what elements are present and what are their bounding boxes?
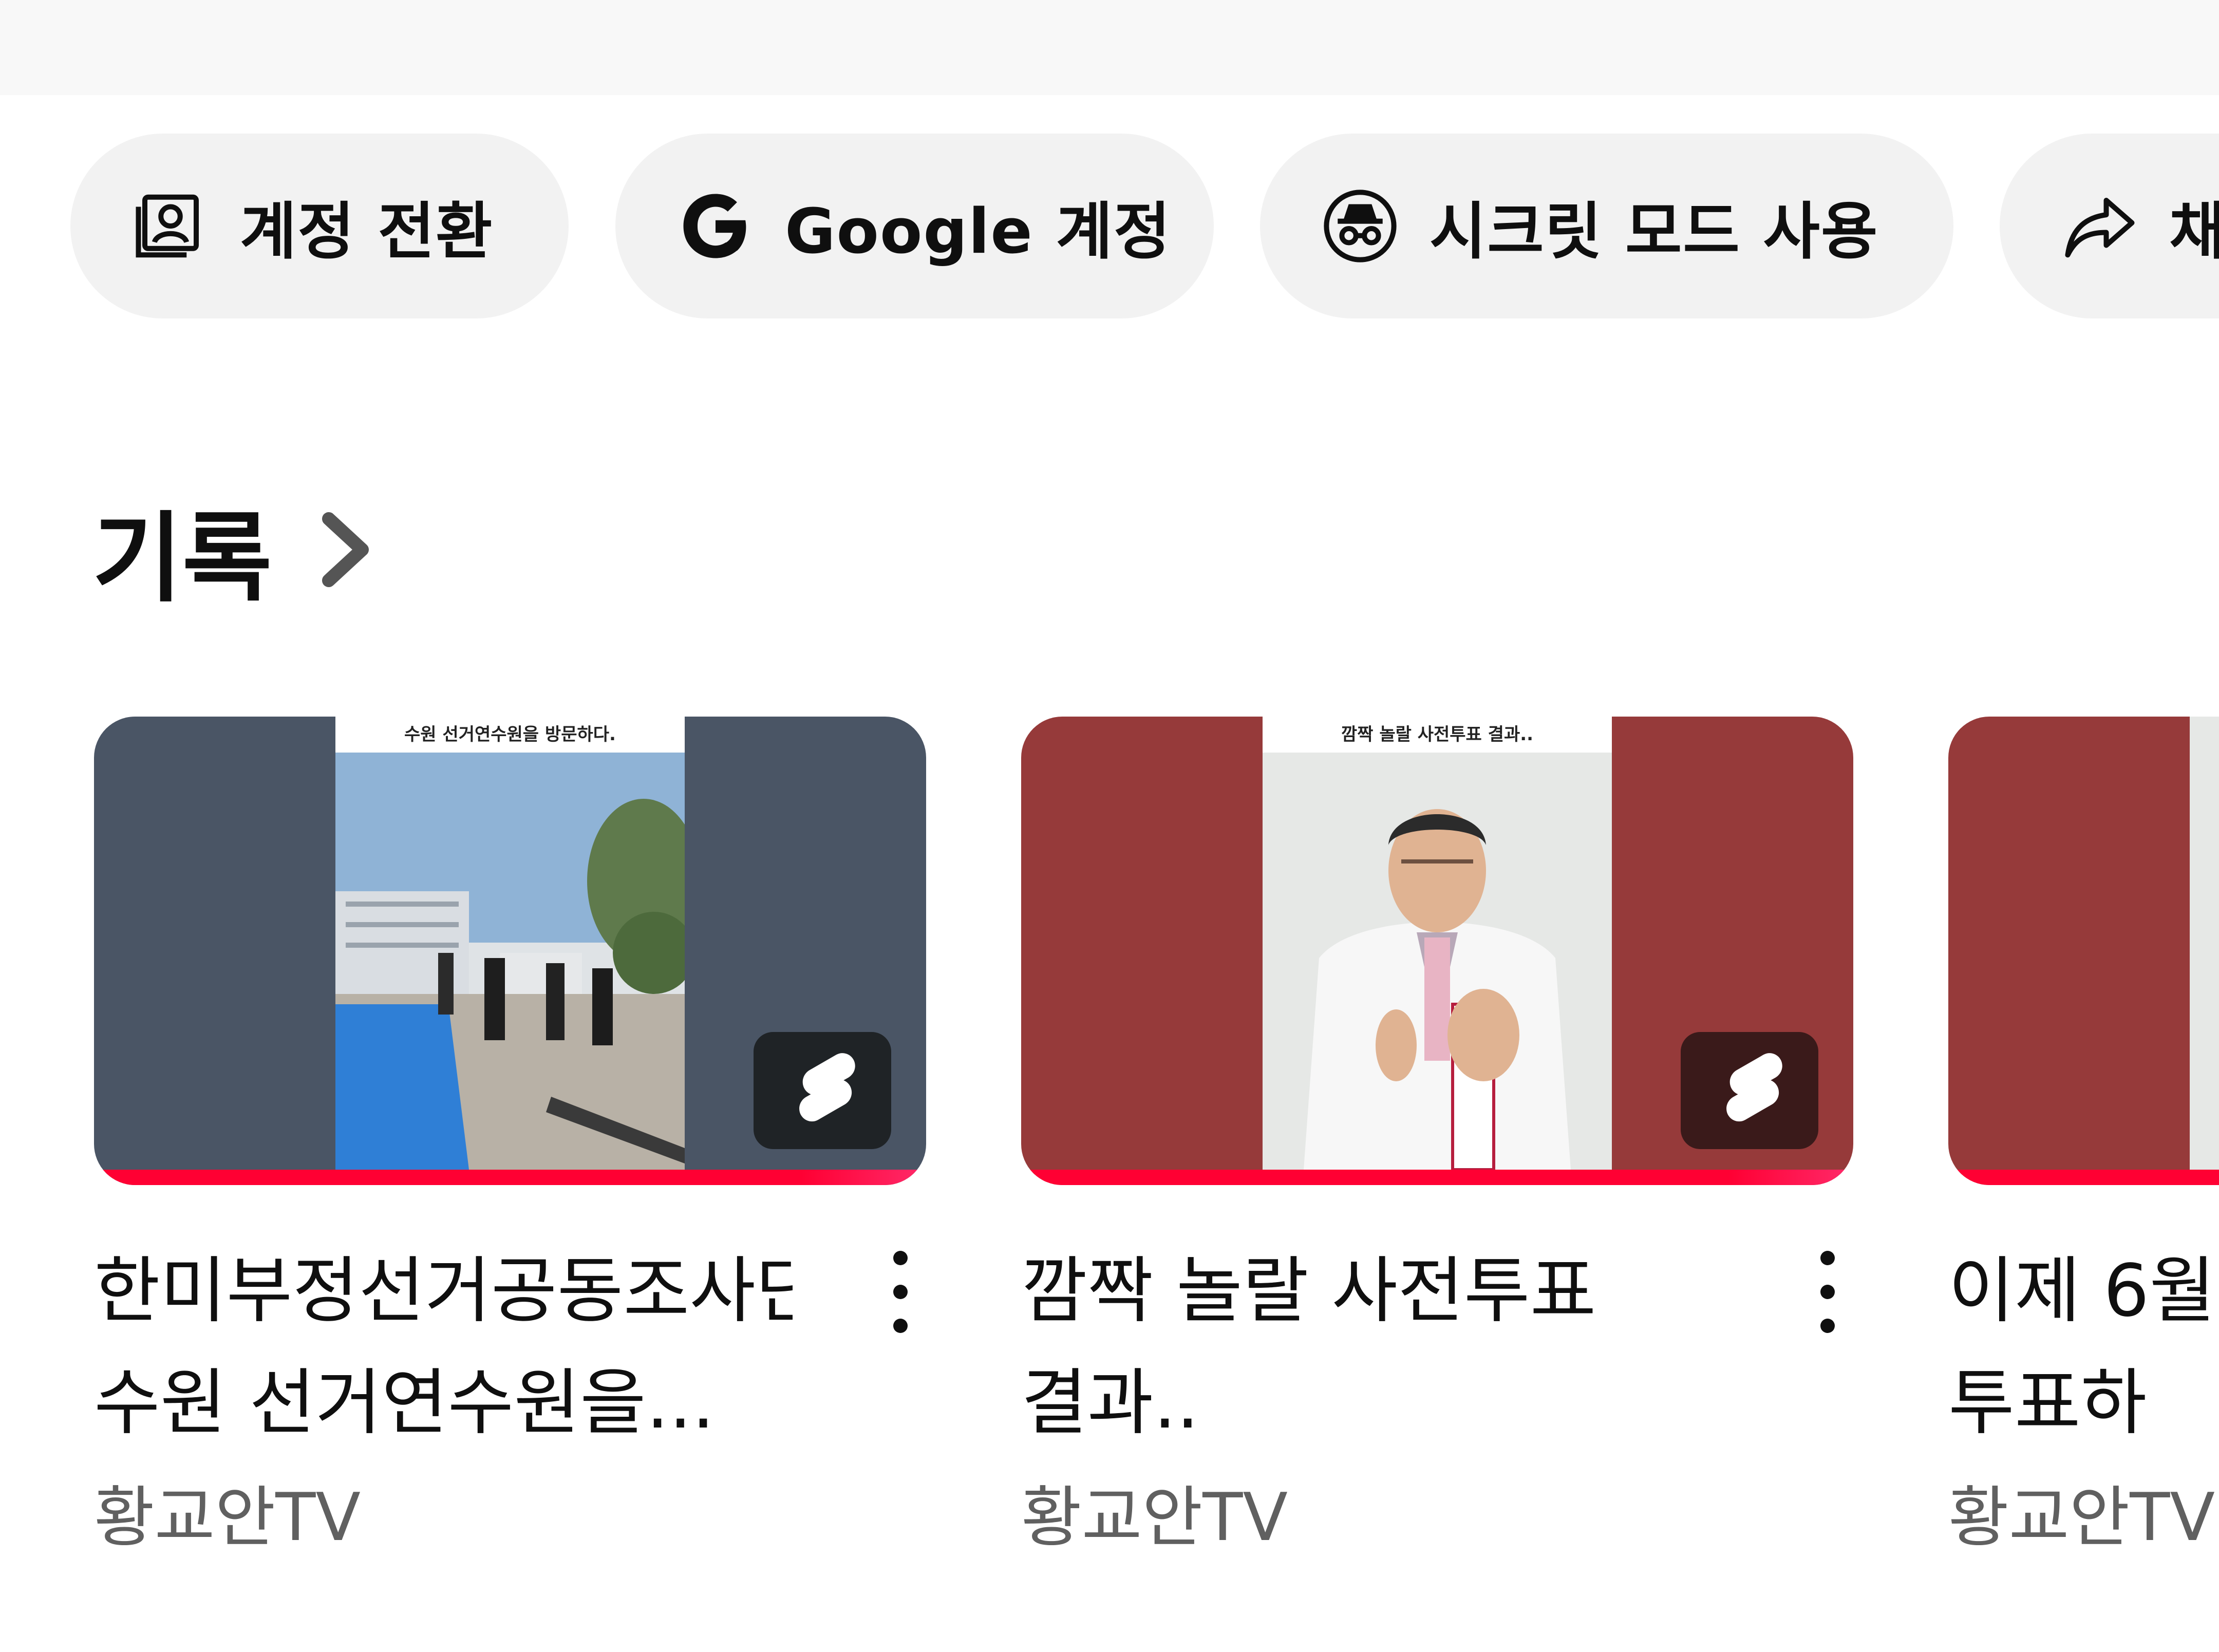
watch-progress-bar [1021, 1170, 1853, 1185]
more-vert-icon[interactable] [885, 1251, 916, 1333]
history-section-header[interactable]: 기록 [92, 493, 375, 615]
video-card[interactable]: 수원 선거연수원을 방문하다. 한미부정선거공동조사단,수원 선거연수원을...… [94, 717, 926, 1556]
incognito-label: 시크릿 모드 사용 [1430, 196, 1879, 268]
history-shelf: 수원 선거연수원을 방문하다. 한미부정선거공동조사단,수원 선거연수원을...… [0, 717, 2219, 1590]
google-account-label: Google 계정 [785, 196, 1172, 268]
google-account-chip[interactable]: Google 계정 [615, 134, 1214, 318]
shorts-icon [754, 1032, 891, 1149]
video-thumbnail[interactable]: 수원 선거연수원을 방문하다. [94, 717, 926, 1185]
switch-account-label: 계정 전환 [240, 196, 494, 268]
video-title[interactable]: 한미부정선거공동조사단,수원 선거연수원을... [94, 1235, 793, 1459]
channel-name: 황교안TV [1021, 1479, 1288, 1556]
share-icon [2061, 187, 2138, 265]
video-title[interactable]: 이제 6월 꼭 투표하 [1948, 1235, 2219, 1459]
chevron-right-icon [318, 511, 375, 588]
account-actions-row: 계정 전환 Google 계정 시크릿 모드 사용 채 [0, 134, 2219, 318]
google-g-icon [677, 187, 754, 265]
shorts-icon [1681, 1032, 1818, 1149]
video-thumbnail[interactable]: 깜짝 놀랄 사전투표 결과.. [1021, 717, 1853, 1185]
top-app-bar [0, 0, 2219, 95]
channel-name: 황교안TV [1948, 1479, 2215, 1556]
thumbnail-frame [2190, 717, 2219, 1170]
switch-account-chip[interactable]: 계정 전환 [70, 134, 569, 318]
switch-account-icon [132, 187, 209, 265]
watch-progress-bar [1948, 1170, 2219, 1185]
share-chip[interactable]: 채 [2000, 134, 2219, 318]
history-title: 기록 [92, 501, 272, 615]
incognito-icon [1322, 187, 1399, 265]
incognito-chip[interactable]: 시크릿 모드 사용 [1260, 134, 1953, 318]
video-title[interactable]: 깜짝 놀랄 사전투표 결과.. [1021, 1235, 1720, 1459]
more-vert-icon[interactable] [1812, 1251, 1843, 1333]
video-thumbnail[interactable] [1948, 717, 2219, 1185]
channel-name: 황교안TV [94, 1479, 361, 1556]
share-label: 채 [2169, 196, 2219, 268]
thumbnail-frame: 수원 선거연수원을 방문하다. [335, 717, 685, 1170]
watch-progress-bar [94, 1170, 926, 1185]
video-card[interactable]: 이제 6월 꼭 투표하 황교안TV [1948, 717, 2219, 1556]
video-card[interactable]: 깜짝 놀랄 사전투표 결과.. 깜짝 놀랄 사전투표 결과.. 황교안TV [1021, 717, 1853, 1556]
thumbnail-frame: 깜짝 놀랄 사전투표 결과.. [1263, 717, 1612, 1170]
